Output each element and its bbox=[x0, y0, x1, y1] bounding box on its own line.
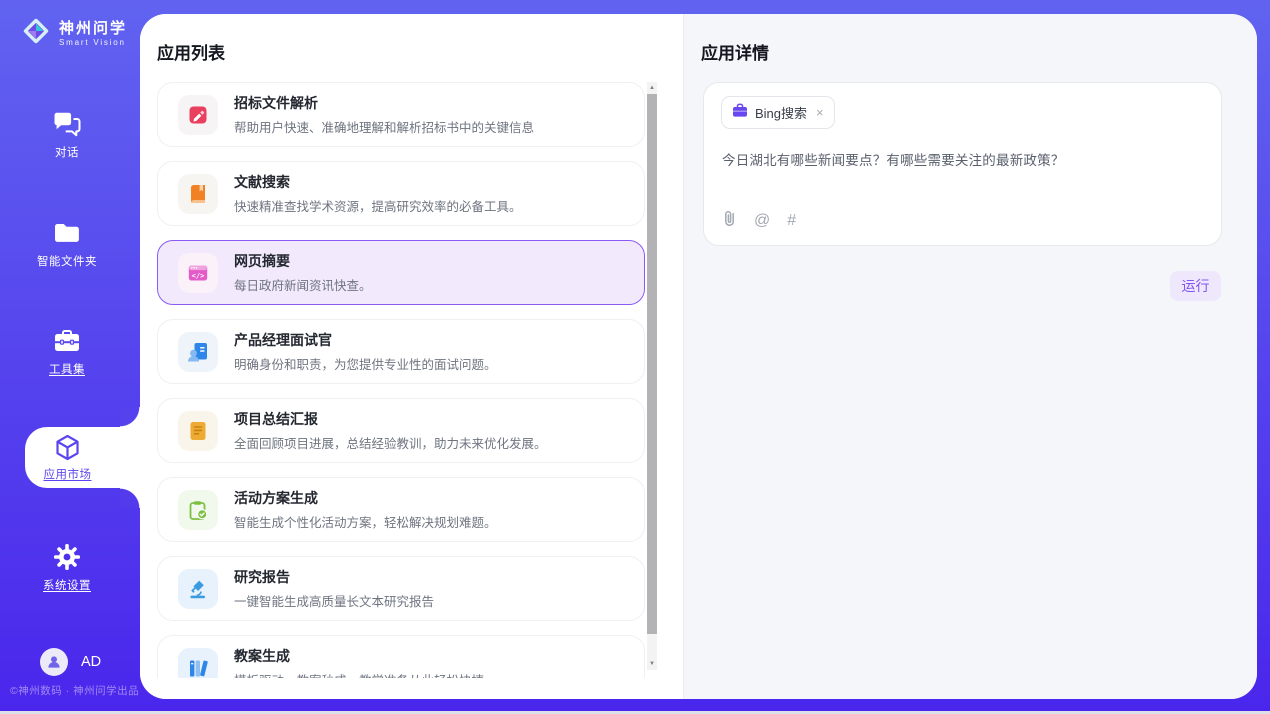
app-card-title: 产品经理面试官 bbox=[234, 330, 497, 350]
app-card-title: 文献搜索 bbox=[234, 172, 522, 192]
brand-subtitle: Smart Vision bbox=[59, 38, 127, 47]
user-row[interactable]: AD bbox=[40, 648, 101, 676]
bid-doc-icon bbox=[178, 95, 218, 135]
briefcase-icon bbox=[732, 103, 748, 123]
chat-icon bbox=[52, 110, 82, 138]
at-icon[interactable]: @ bbox=[754, 213, 770, 229]
app-card-description: 快速精准查找学术资源，提高研究效率的必备工具。 bbox=[234, 196, 522, 215]
book-icon bbox=[178, 174, 218, 214]
microscope-icon bbox=[178, 569, 218, 609]
app-card-description: 每日政府新闻资讯快查。 bbox=[234, 275, 372, 294]
sidebar-item-3[interactable]: 工具集 bbox=[0, 327, 134, 377]
clipboard-check-icon bbox=[178, 490, 218, 530]
webpage-icon: </> bbox=[178, 253, 218, 293]
composer-toolbar: @ # bbox=[722, 209, 796, 232]
app-card-title: 项目总结汇报 bbox=[234, 409, 547, 429]
app-card-title: 教案生成 bbox=[234, 646, 484, 666]
svg-text:</>: </> bbox=[192, 271, 205, 279]
sidebar-item-label: 智能文件夹 bbox=[37, 253, 97, 269]
tool-tag-close-icon[interactable]: × bbox=[816, 105, 824, 120]
app-card[interactable]: 招标文件解析 帮助用户快速、准确地理解和解析招标书中的关键信息 bbox=[157, 82, 645, 147]
toolbox-icon bbox=[53, 327, 81, 355]
app-card-title: 网页摘要 bbox=[234, 251, 372, 271]
app-detail-panel: 应用详情 Bing搜索 × 今日湖北有哪些新闻要点？有哪些需要关注的最新政策？ bbox=[684, 14, 1257, 699]
app-card[interactable]: 活动方案生成 智能生成个性化活动方案，轻松解决规划难题。 bbox=[157, 477, 645, 542]
app-card[interactable]: 研究报告 一键智能生成高质量长文本研究报告 bbox=[157, 556, 645, 621]
app-list-title: 应用列表 bbox=[157, 39, 225, 64]
app-list-panel: 应用列表 招标文件解析 帮助用户快速、准确地理解和解析招标书中的关键信息 文献搜… bbox=[140, 14, 684, 699]
sidebar-item-label: 系统设置 bbox=[43, 577, 91, 593]
paperclip-icon[interactable] bbox=[722, 209, 737, 232]
app-card-title: 活动方案生成 bbox=[234, 488, 497, 508]
scrollbar-down-arrow[interactable]: ▼ bbox=[647, 658, 657, 670]
scrollbar-thumb[interactable] bbox=[647, 94, 657, 634]
composer-card: Bing搜索 × 今日湖北有哪些新闻要点？有哪些需要关注的最新政策？ @ # bbox=[703, 82, 1222, 246]
brand-logo-icon bbox=[20, 15, 52, 52]
app-card-description: 全面回顾项目进展，总结经验教训，助力未来优化发展。 bbox=[234, 433, 547, 452]
brand: 神州问学 Smart Vision bbox=[20, 15, 127, 52]
app-card-title: 研究报告 bbox=[234, 567, 434, 587]
report-doc-icon bbox=[178, 411, 218, 451]
app-card-description: 一键智能生成高质量长文本研究报告 bbox=[234, 591, 434, 610]
books-icon bbox=[178, 648, 218, 679]
sidebar-item-1[interactable]: 对话 bbox=[0, 110, 134, 160]
app-card-description: 智能生成个性化活动方案，轻松解决规划难题。 bbox=[234, 512, 497, 531]
app-card[interactable]: 教案生成 模板驱动，教案秒成，教学准备从此轻松快捷 bbox=[157, 635, 645, 678]
hash-icon[interactable]: # bbox=[787, 213, 796, 229]
sidebar: 神州问学 Smart Vision 对话 智能文件夹 工具集 应用市场 系统设置… bbox=[0, 0, 140, 714]
app-card-title: 招标文件解析 bbox=[234, 93, 534, 113]
cube-icon bbox=[54, 434, 81, 462]
app-card-description: 帮助用户快速、准确地理解和解析招标书中的关键信息 bbox=[234, 117, 534, 136]
app-window: { "brand": {"name": "神州问学", "subtitle": … bbox=[0, 0, 1270, 714]
run-button[interactable]: 运行 bbox=[1170, 271, 1221, 301]
sidebar-item-label: 工具集 bbox=[49, 361, 85, 377]
sidebar-item-2[interactable]: 智能文件夹 bbox=[0, 219, 134, 269]
tool-tag[interactable]: Bing搜索 × bbox=[721, 96, 835, 129]
main-content: 应用列表 招标文件解析 帮助用户快速、准确地理解和解析招标书中的关键信息 文献搜… bbox=[140, 14, 1257, 699]
brand-name: 神州问学 bbox=[59, 20, 127, 37]
active-tab-fillet-bottom bbox=[120, 488, 140, 508]
user-label: AD bbox=[81, 654, 101, 670]
app-list-scrollbar[interactable]: ▲ ▼ bbox=[647, 82, 657, 670]
scrollbar-up-arrow[interactable]: ▲ bbox=[647, 82, 657, 94]
app-card[interactable]: </> 网页摘要 每日政府新闻资讯快查。 bbox=[157, 240, 645, 305]
avatar[interactable] bbox=[40, 648, 68, 676]
app-card[interactable]: 项目总结汇报 全面回顾项目进展，总结经验教训，助力未来优化发展。 bbox=[157, 398, 645, 463]
user-icon bbox=[46, 654, 62, 670]
sidebar-item-5[interactable]: 系统设置 bbox=[0, 543, 134, 593]
app-card[interactable]: 产品经理面试官 明确身份和职责，为您提供专业性的面试问题。 bbox=[157, 319, 645, 384]
interview-icon bbox=[178, 332, 218, 372]
sidebar-item-label: 对话 bbox=[55, 144, 79, 160]
sidebar-item-4[interactable]: 应用市场 bbox=[25, 427, 140, 488]
gear-icon bbox=[53, 543, 81, 571]
app-card[interactable]: 文献搜索 快速精准查找学术资源，提高研究效率的必备工具。 bbox=[157, 161, 645, 226]
sidebar-item-label: 应用市场 bbox=[44, 466, 92, 482]
app-detail-title: 应用详情 bbox=[701, 39, 769, 64]
query-text-input[interactable]: 今日湖北有哪些新闻要点？有哪些需要关注的最新政策？ bbox=[722, 149, 1205, 169]
app-card-description: 明确身份和职责，为您提供专业性的面试问题。 bbox=[234, 354, 497, 373]
app-cards-list: 招标文件解析 帮助用户快速、准确地理解和解析招标书中的关键信息 文献搜索 快速精… bbox=[140, 82, 683, 678]
active-tab-fillet-top bbox=[120, 407, 140, 427]
tool-tag-label: Bing搜索 bbox=[755, 103, 807, 122]
app-card-description: 模板驱动，教案秒成，教学准备从此轻松快捷 bbox=[234, 670, 484, 678]
folder-icon bbox=[53, 219, 81, 247]
sidebar-footer: ©神州数码 · 神州问学出品 bbox=[10, 683, 139, 698]
